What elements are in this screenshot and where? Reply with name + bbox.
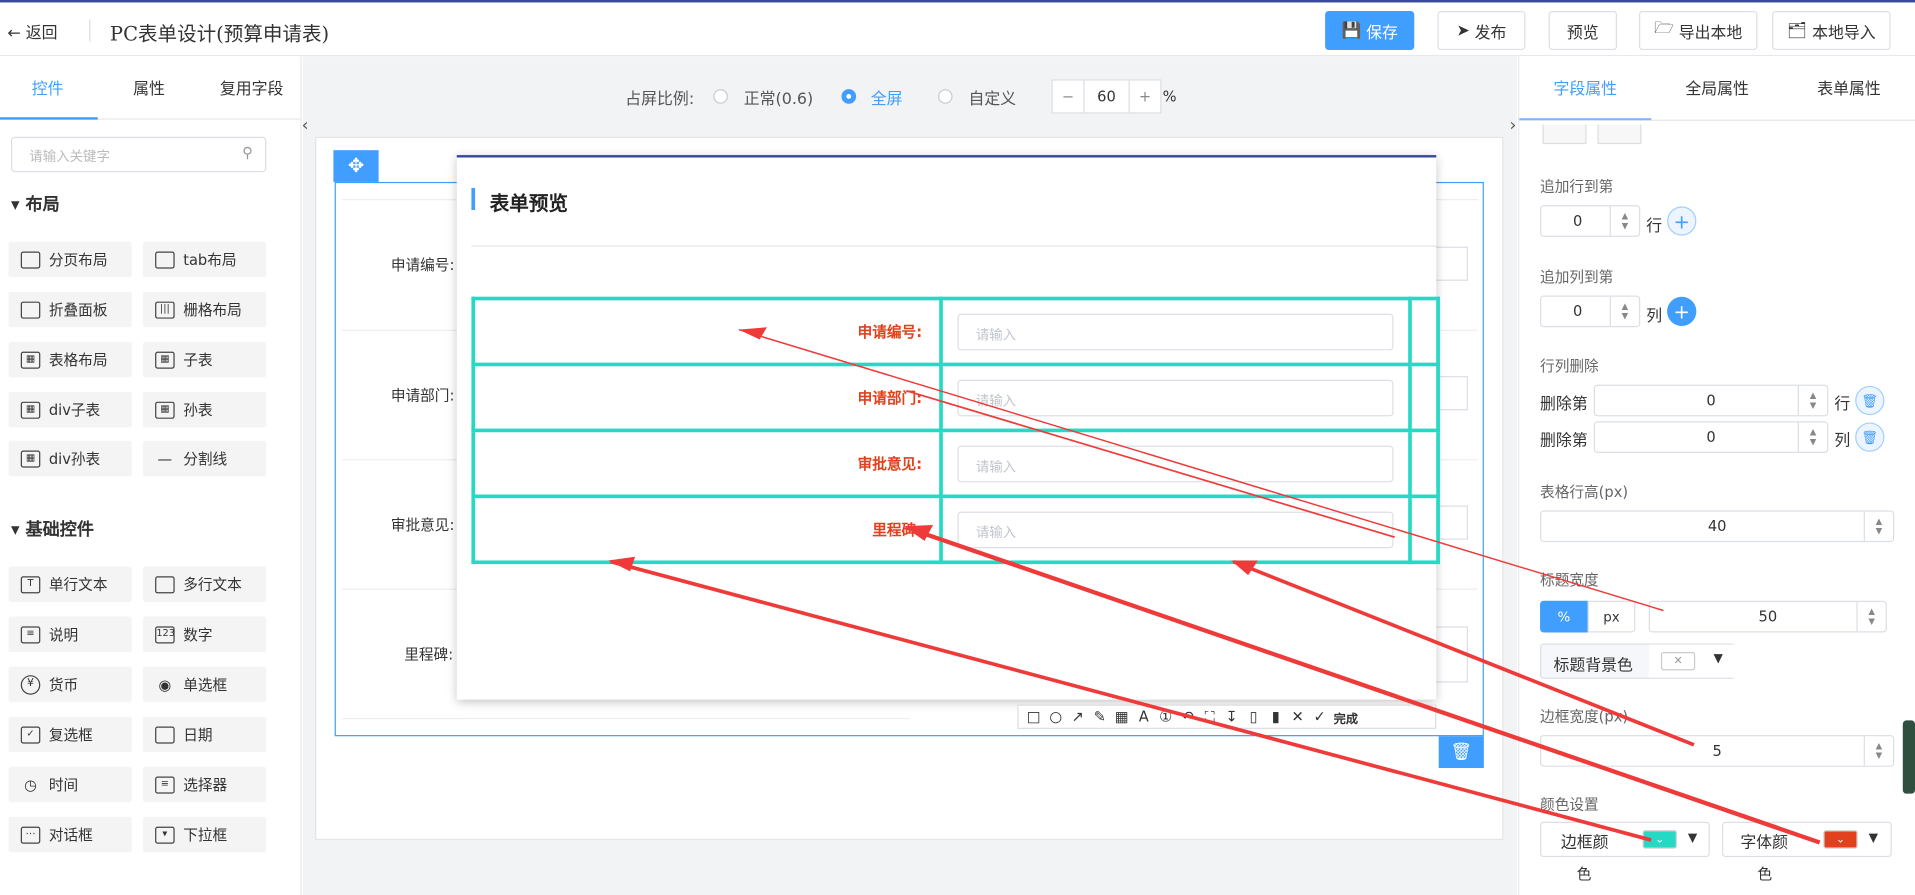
arrow-title-width xyxy=(738,328,1664,612)
annotation-arrows xyxy=(608,327,1821,845)
arrow-border-width xyxy=(1232,559,1695,747)
arrow-border xyxy=(905,389,1395,539)
arrow-font-color xyxy=(905,525,1821,845)
